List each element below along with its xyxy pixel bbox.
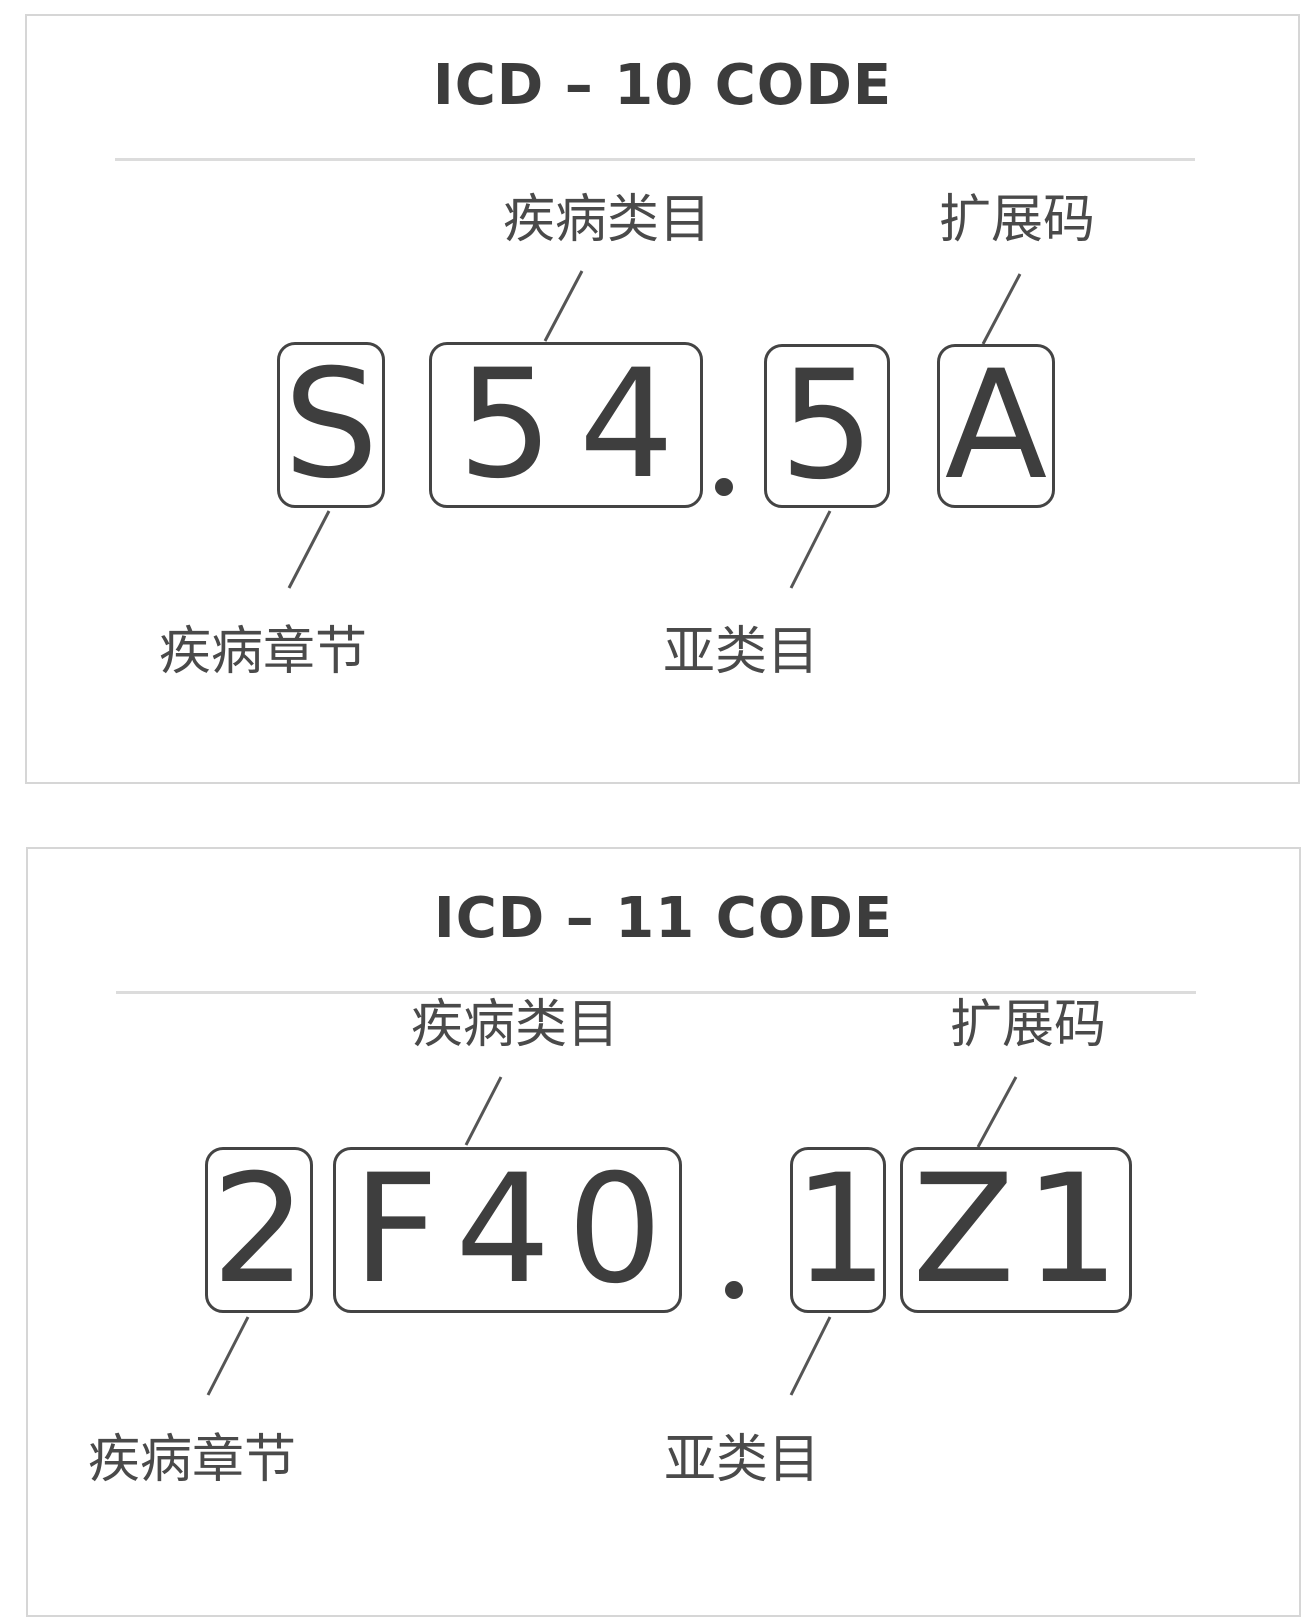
icd11-subcategory-box: 1 bbox=[790, 1143, 889, 1317]
icd11-chapter-char: 2 bbox=[211, 1143, 307, 1317]
icd10-extension-char: A bbox=[944, 339, 1048, 513]
icd11-panel: ICD – 11 CODE 疾病类目 扩展码 2 F 4 0 1 Z 1 疾病章… bbox=[26, 847, 1301, 1617]
icd11-category-char-3: 0 bbox=[567, 1143, 663, 1317]
icd10-subcategory-char: 5 bbox=[779, 339, 875, 513]
icd10-title-divider bbox=[115, 158, 1195, 161]
icd10-category-label: 疾病类目 bbox=[503, 190, 712, 250]
icd11-extension-box: Z 1 bbox=[900, 1147, 1132, 1313]
icd11-chapter-leader bbox=[206, 1316, 250, 1396]
icd11-category-char-2: 4 bbox=[455, 1143, 551, 1317]
icd11-extension-char-1: Z bbox=[912, 1143, 1016, 1317]
icd10-category-leader bbox=[543, 270, 584, 342]
icd10-subcategory-label: 亚类目 bbox=[663, 622, 820, 682]
icd11-subcategory-char: 1 bbox=[793, 1143, 889, 1317]
icd11-decimal-dot bbox=[725, 1281, 743, 1299]
icd11-title-divider bbox=[116, 991, 1196, 994]
icd10-chapter-box: S bbox=[277, 342, 385, 508]
icd11-extension-char-2: 1 bbox=[1024, 1143, 1120, 1317]
icd11-category-leader bbox=[464, 1076, 503, 1146]
icd10-subcategory-box: 5 bbox=[764, 344, 890, 508]
icd10-chapter-label: 疾病章节 bbox=[159, 622, 368, 682]
icd11-category-label: 疾病类目 bbox=[411, 995, 620, 1055]
icd11-subcategory-label: 亚类目 bbox=[664, 1430, 821, 1490]
icd10-extension-box: A bbox=[937, 344, 1055, 508]
icd10-extension-leader bbox=[981, 273, 1022, 345]
icd11-title: ICD – 11 CODE bbox=[433, 886, 894, 951]
icd11-subcategory-leader bbox=[789, 1316, 832, 1396]
icd11-category-char-1: F bbox=[352, 1143, 439, 1317]
icd10-extension-label: 扩展码 bbox=[939, 190, 1096, 250]
icd10-chapter-char: S bbox=[283, 338, 379, 512]
icd11-extension-leader bbox=[976, 1076, 1018, 1148]
icd10-chapter-leader bbox=[287, 510, 331, 589]
icd11-chapter-label: 疾病章节 bbox=[88, 1430, 297, 1490]
icd10-panel: ICD – 10 CODE 疾病类目 扩展码 S 5 4 5 A 疾病章节 亚类… bbox=[25, 14, 1300, 784]
icd11-category-box: F 4 0 bbox=[333, 1147, 682, 1313]
icd10-title: ICD – 10 CODE bbox=[432, 53, 893, 118]
icd10-category-char-1: 5 bbox=[457, 338, 554, 512]
icd10-category-box: 5 4 bbox=[429, 342, 703, 508]
icd10-subcategory-leader bbox=[789, 510, 832, 589]
icd11-extension-label: 扩展码 bbox=[950, 995, 1107, 1055]
icd10-category-char-2: 4 bbox=[578, 338, 675, 512]
icd10-decimal-dot bbox=[715, 478, 733, 496]
icd11-chapter-box: 2 bbox=[205, 1147, 313, 1313]
